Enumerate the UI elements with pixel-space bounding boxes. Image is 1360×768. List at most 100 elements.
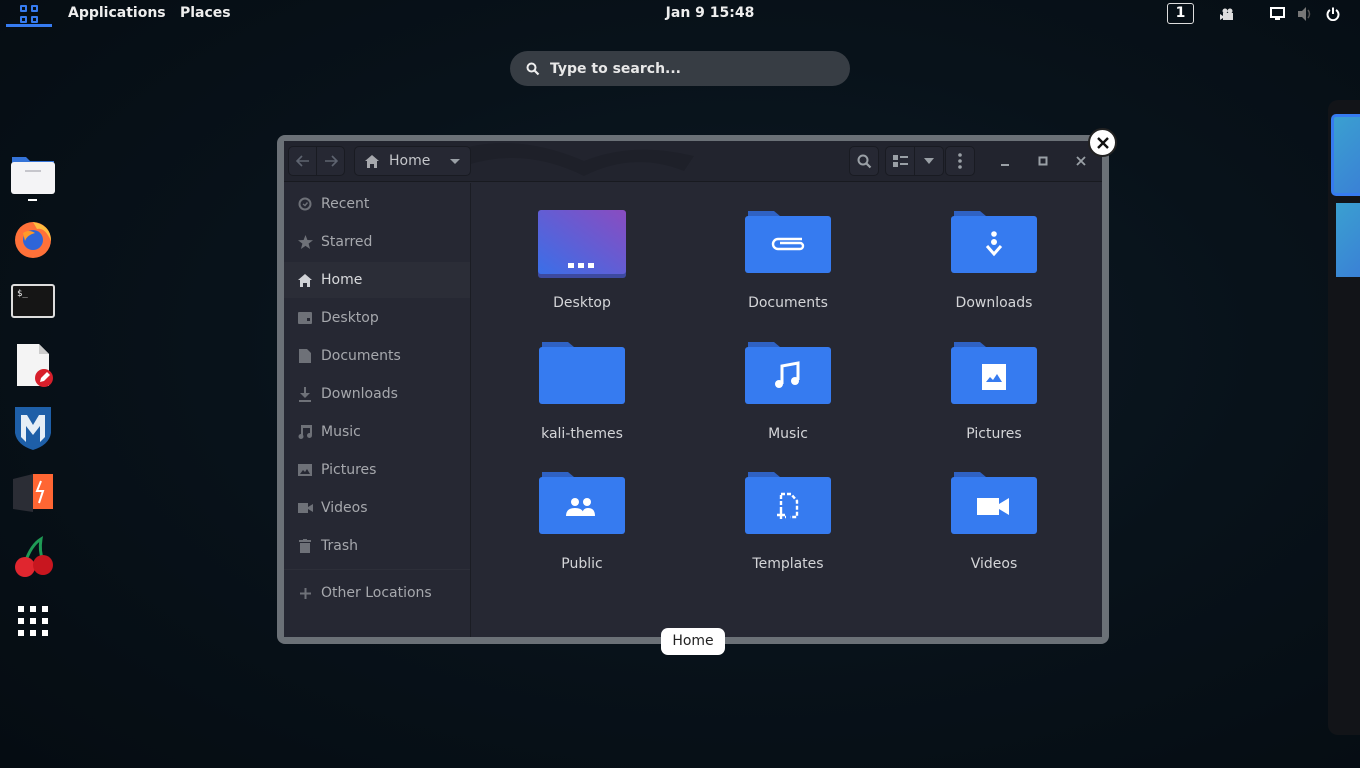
activities-grid-icon <box>20 4 38 23</box>
sidebar-item-documents[interactable]: Documents <box>284 338 470 374</box>
sidebar-item-videos[interactable]: Videos <box>284 490 470 526</box>
clock[interactable]: Jan 9 15:48 <box>640 0 780 27</box>
music-icon <box>297 424 313 440</box>
file-item-videos[interactable]: Videos <box>914 468 1074 588</box>
dash-app-terminal[interactable]: $_ <box>8 276 58 326</box>
minimize-icon <box>1001 164 1009 166</box>
burpsuite-icon <box>13 474 53 512</box>
sidebar-item-pictures[interactable]: Pictures <box>284 452 470 488</box>
path-bar-home[interactable]: Home <box>354 146 471 176</box>
arrow-right-icon <box>324 155 338 167</box>
power-icon[interactable] <box>1324 5 1342 22</box>
maximize-button[interactable] <box>1028 146 1058 176</box>
sidebar-item-label: Documents <box>321 348 401 364</box>
file-item-downloads[interactable]: Downloads <box>914 207 1074 327</box>
display-icon[interactable] <box>1268 5 1286 22</box>
file-name: kali-themes <box>541 426 623 442</box>
sidebar-item-label: Pictures <box>321 462 377 478</box>
top-bar: Applications Places Jan 9 15:48 1 <box>0 0 1360 27</box>
show-applications-button[interactable] <box>8 596 58 646</box>
file-name: Documents <box>748 295 828 311</box>
maximize-icon <box>1038 156 1048 166</box>
dash-app-text-editor[interactable] <box>8 340 58 390</box>
view-options-dropdown[interactable] <box>914 146 944 176</box>
documents-folder-icon <box>745 211 831 273</box>
file-item-templates[interactable]: Templates <box>708 468 868 588</box>
metasploit-icon <box>15 407 51 450</box>
sidebar-item-label: Downloads <box>321 386 398 402</box>
places-menu[interactable]: Places <box>180 0 231 27</box>
sidebar-item-trash[interactable]: Trash <box>284 528 470 564</box>
volume-muted-icon[interactable] <box>1296 5 1314 22</box>
activities-button[interactable] <box>6 0 52 27</box>
kebab-menu-icon <box>958 153 962 169</box>
file-name: Videos <box>970 556 1018 572</box>
sidebar-item-other-locations[interactable]: Other Locations <box>284 575 470 611</box>
sidebar-item-label: Music <box>321 424 361 440</box>
music-folder-icon <box>745 342 831 404</box>
applications-menu[interactable]: Applications <box>68 0 166 27</box>
search-field[interactable] <box>510 51 850 86</box>
workspace-thumbnail-1[interactable] <box>1331 114 1360 196</box>
firefox-icon <box>15 222 51 258</box>
back-button[interactable] <box>288 146 317 176</box>
file-item-kali-themes[interactable]: kali-themes <box>502 338 662 458</box>
chevron-down-icon[interactable] <box>450 159 460 164</box>
window-close-overview-button[interactable] <box>1088 128 1117 157</box>
sidebar-item-home[interactable]: Home <box>284 262 470 298</box>
forward-button[interactable] <box>316 146 345 176</box>
app-grid-icon <box>18 606 48 636</box>
close-icon <box>1076 156 1086 166</box>
picture-icon <box>297 462 313 478</box>
camera-icon[interactable] <box>1219 5 1237 22</box>
home-icon <box>297 272 313 288</box>
download-icon <box>297 386 313 402</box>
file-item-documents[interactable]: Documents <box>708 207 868 327</box>
file-item-pictures[interactable]: Pictures <box>914 338 1074 458</box>
sidebar-separator <box>284 569 470 570</box>
clock-icon <box>297 196 313 212</box>
sidebar-item-label: Videos <box>321 500 368 516</box>
dash-app-files[interactable] <box>8 149 58 199</box>
file-item-music[interactable]: Music <box>708 338 868 458</box>
file-item-public[interactable]: Public <box>502 468 662 588</box>
search-button[interactable] <box>849 146 879 176</box>
trash-icon <box>297 538 313 554</box>
star-icon <box>297 234 313 250</box>
sidebar-item-recent[interactable]: Recent <box>284 186 470 222</box>
desktop-icon <box>297 310 313 326</box>
pictures-folder-icon <box>951 342 1037 404</box>
cherry-icon <box>15 536 53 577</box>
workspace-thumbnail-2[interactable] <box>1336 203 1360 277</box>
sidebar-item-starred[interactable]: Starred <box>284 224 470 260</box>
view-list-button[interactable] <box>885 146 915 176</box>
file-manager-window[interactable]: Home Recent Starred Home Desktop Documen… <box>277 135 1109 644</box>
public-folder-icon <box>539 472 625 534</box>
folder-icon <box>539 342 625 404</box>
minimize-button[interactable] <box>990 146 1020 176</box>
search-icon <box>526 62 540 75</box>
close-icon <box>1096 136 1109 149</box>
kali-dragon-watermark <box>454 143 694 176</box>
search-input[interactable] <box>550 60 830 77</box>
file-item-desktop[interactable]: Desktop <box>502 207 662 327</box>
dash-app-cherrytree[interactable] <box>8 532 58 582</box>
sidebar-item-label: Home <box>321 272 363 288</box>
menu-button[interactable] <box>945 146 975 176</box>
file-name: Downloads <box>955 295 1033 311</box>
file-name: Desktop <box>553 295 611 311</box>
video-icon <box>297 500 313 516</box>
home-icon <box>365 154 379 168</box>
dash-app-burpsuite[interactable] <box>8 468 58 518</box>
desktop-folder-icon <box>538 210 626 278</box>
dash-app-metasploit[interactable] <box>8 403 58 453</box>
document-icon <box>297 348 313 364</box>
files-icon <box>11 157 55 194</box>
workspace-indicator[interactable]: 1 <box>1167 3 1194 24</box>
sidebar-item-downloads[interactable]: Downloads <box>284 376 470 412</box>
sidebar-item-music[interactable]: Music <box>284 414 470 450</box>
chevron-down-icon <box>924 158 934 164</box>
dash-app-firefox[interactable] <box>8 212 58 262</box>
window-title-tooltip: Home <box>661 628 725 655</box>
sidebar-item-desktop[interactable]: Desktop <box>284 300 470 336</box>
